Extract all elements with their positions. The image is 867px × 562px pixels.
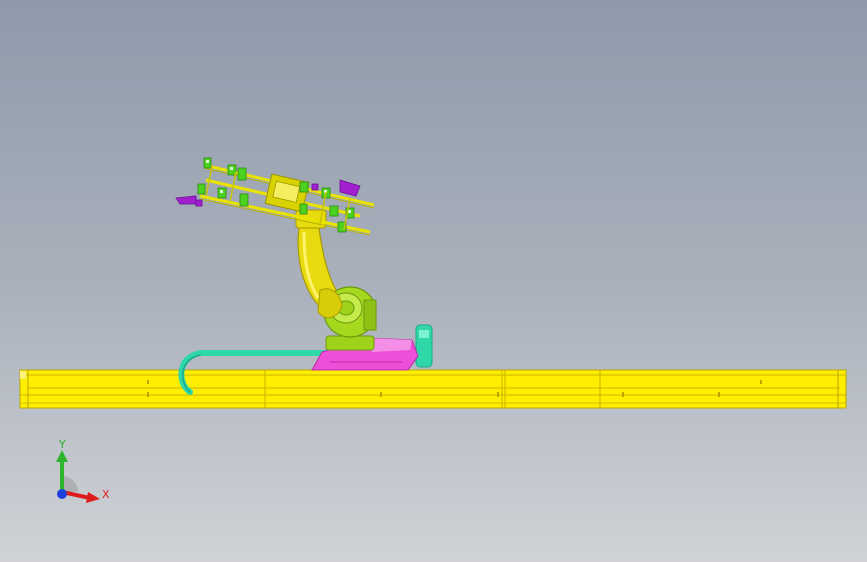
cable-carrier-mount-detail	[419, 330, 429, 338]
rail-body	[19, 369, 847, 409]
base-flange	[325, 335, 375, 351]
triad-plane-indicator	[62, 476, 78, 492]
coordinate-triad: Y X	[56, 438, 110, 503]
pedestal-top	[368, 338, 412, 352]
x-axis-arrowhead	[86, 492, 100, 503]
cad-model-scene[interactable]	[0, 0, 867, 562]
z-axis-origin	[57, 489, 67, 499]
x-axis-label: X	[102, 488, 110, 501]
linear-rail[interactable]	[19, 369, 847, 409]
robot-arm[interactable]	[295, 209, 343, 319]
end-effector-gripper[interactable]	[175, 157, 375, 236]
y-axis-label: Y	[58, 438, 66, 451]
base-side-housing	[363, 299, 377, 331]
graphics-viewport[interactable]: Y X	[0, 0, 867, 562]
rail-end-block	[20, 371, 26, 379]
y-axis-arrowhead	[56, 450, 68, 462]
